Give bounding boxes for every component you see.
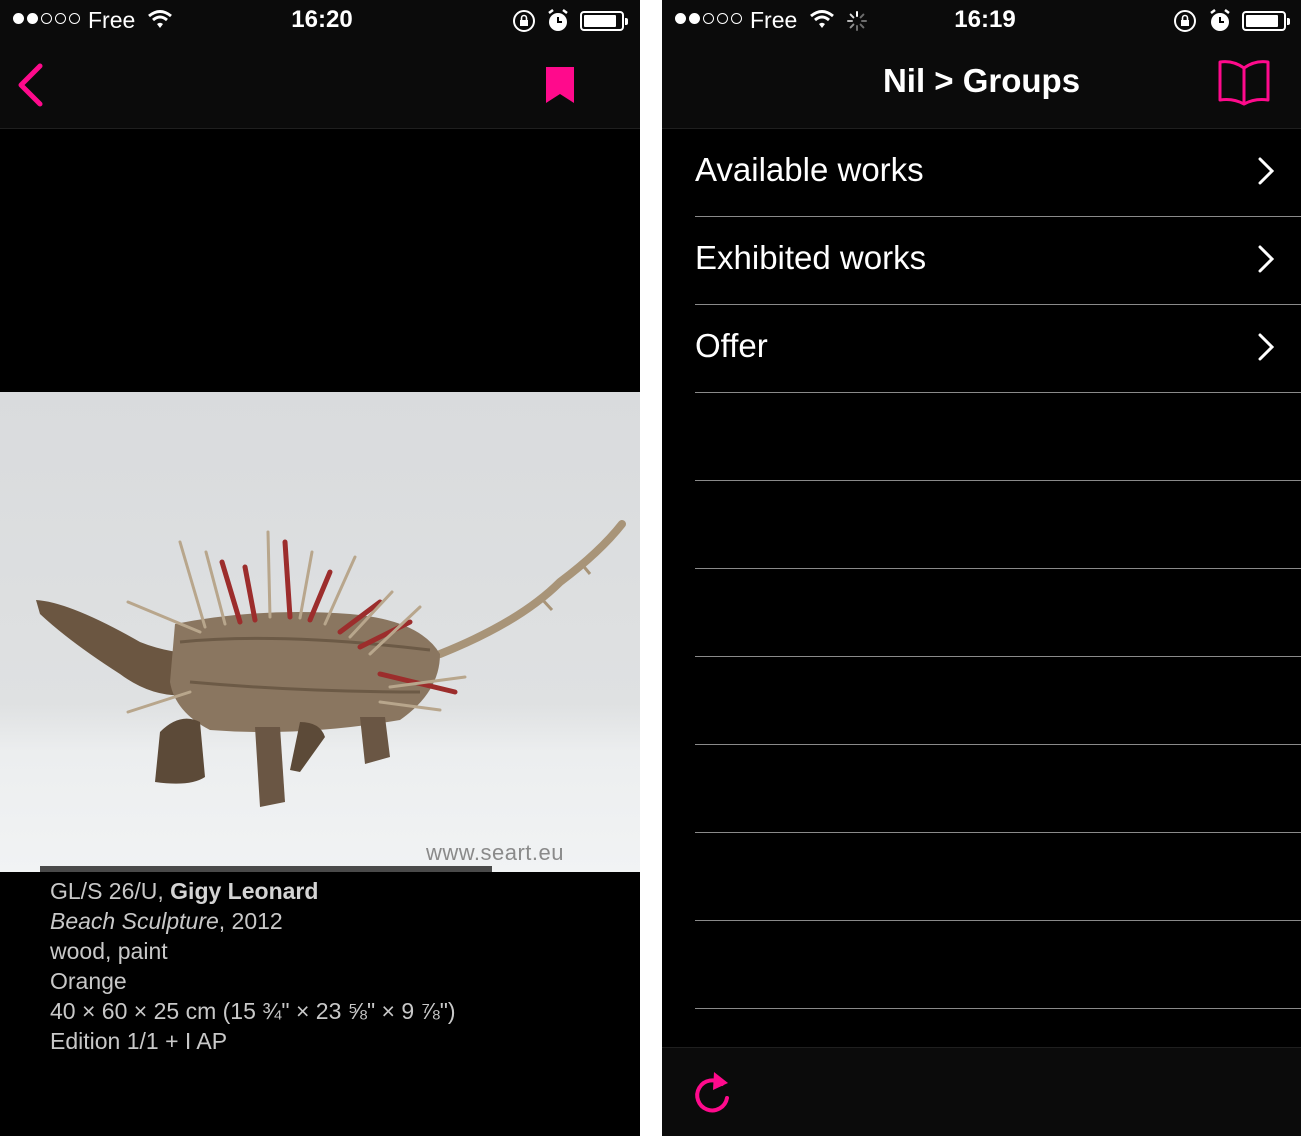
top-bar: Free 16:20 [0,0,640,129]
status-bar: Free 16:19 [662,0,1301,42]
status-time: 16:19 [954,6,1016,33]
list-item-offer[interactable]: Offer [695,305,1301,393]
list-item-label: Exhibited works [695,239,927,276]
image-scroll-indicator [40,866,492,872]
groups-screen: Free 16:19 Nil > Groups Available works … [662,0,1301,1136]
empty-row [695,833,1301,921]
empty-row [695,745,1301,833]
groups-list: Available works Exhibited works Offer [662,129,1301,1009]
book-icon[interactable] [1218,58,1270,106]
list-item-exhibited-works[interactable]: Exhibited works [695,217,1301,305]
battery-icon [1242,11,1290,31]
refresh-icon[interactable] [692,1070,732,1116]
rotation-lock-icon [513,10,535,32]
artwork-color: Orange [50,968,127,994]
empty-row [695,393,1301,481]
artwork-detail-screen: Free 16:20 www.seart.eu GL/S 26/U, Gigy … [0,0,640,1136]
empty-row [695,481,1301,569]
signal-strength-icon [13,13,80,24]
artwork-edition: Edition 1/1 + I AP [50,1028,228,1054]
sculpture-illustration [36,520,626,807]
caption-line-title: Beach Sculpture, 2012 [50,906,456,936]
bookmark-icon[interactable] [544,66,576,104]
artwork-medium: wood, paint [50,938,168,964]
carrier-name: Free [88,7,136,33]
list-item-label: Offer [695,327,768,364]
list-item-available-works[interactable]: Available works [695,129,1301,217]
empty-row [695,569,1301,657]
status-time: 16:20 [291,6,353,33]
image-watermark: www.seart.eu [425,840,564,865]
rotation-lock-icon [1174,10,1196,32]
chevron-right-icon [1258,333,1274,361]
alarm-icon [1210,9,1230,31]
artwork-image[interactable]: www.seart.eu [0,392,640,872]
bottom-toolbar [662,1047,1301,1136]
empty-row [695,657,1301,745]
battery-icon [580,11,628,31]
wifi-icon [810,10,834,28]
back-button[interactable] [14,63,46,107]
alarm-icon [548,9,568,31]
artwork-dimensions: 40 × 60 × 25 cm (15 ¾" × 23 ⅝" × 9 ⅞") [50,998,456,1024]
activity-spinner-icon [847,11,867,31]
signal-strength-icon [675,13,742,24]
wifi-icon [148,10,172,28]
chevron-right-icon [1258,157,1274,185]
artwork-code: GL/S 26/U, [50,878,171,904]
artwork-title: Beach Sculpture [50,908,219,934]
page-title: Nil > Groups [882,62,1081,99]
caption-line-code-artist: GL/S 26/U, Gigy Leonard [50,876,456,906]
status-bar: Free 16:20 [0,0,640,42]
list-item-label: Available works [695,151,924,188]
chevron-right-icon [1258,245,1274,273]
artwork-caption: GL/S 26/U, Gigy Leonard Beach Sculpture,… [50,876,456,1056]
artwork-year: , 2012 [218,908,283,934]
artist-name: Gigy Leonard [170,878,319,904]
top-bar: Free 16:19 Nil > Groups [662,0,1301,129]
empty-row [695,921,1301,1009]
carrier-name: Free [750,7,798,33]
